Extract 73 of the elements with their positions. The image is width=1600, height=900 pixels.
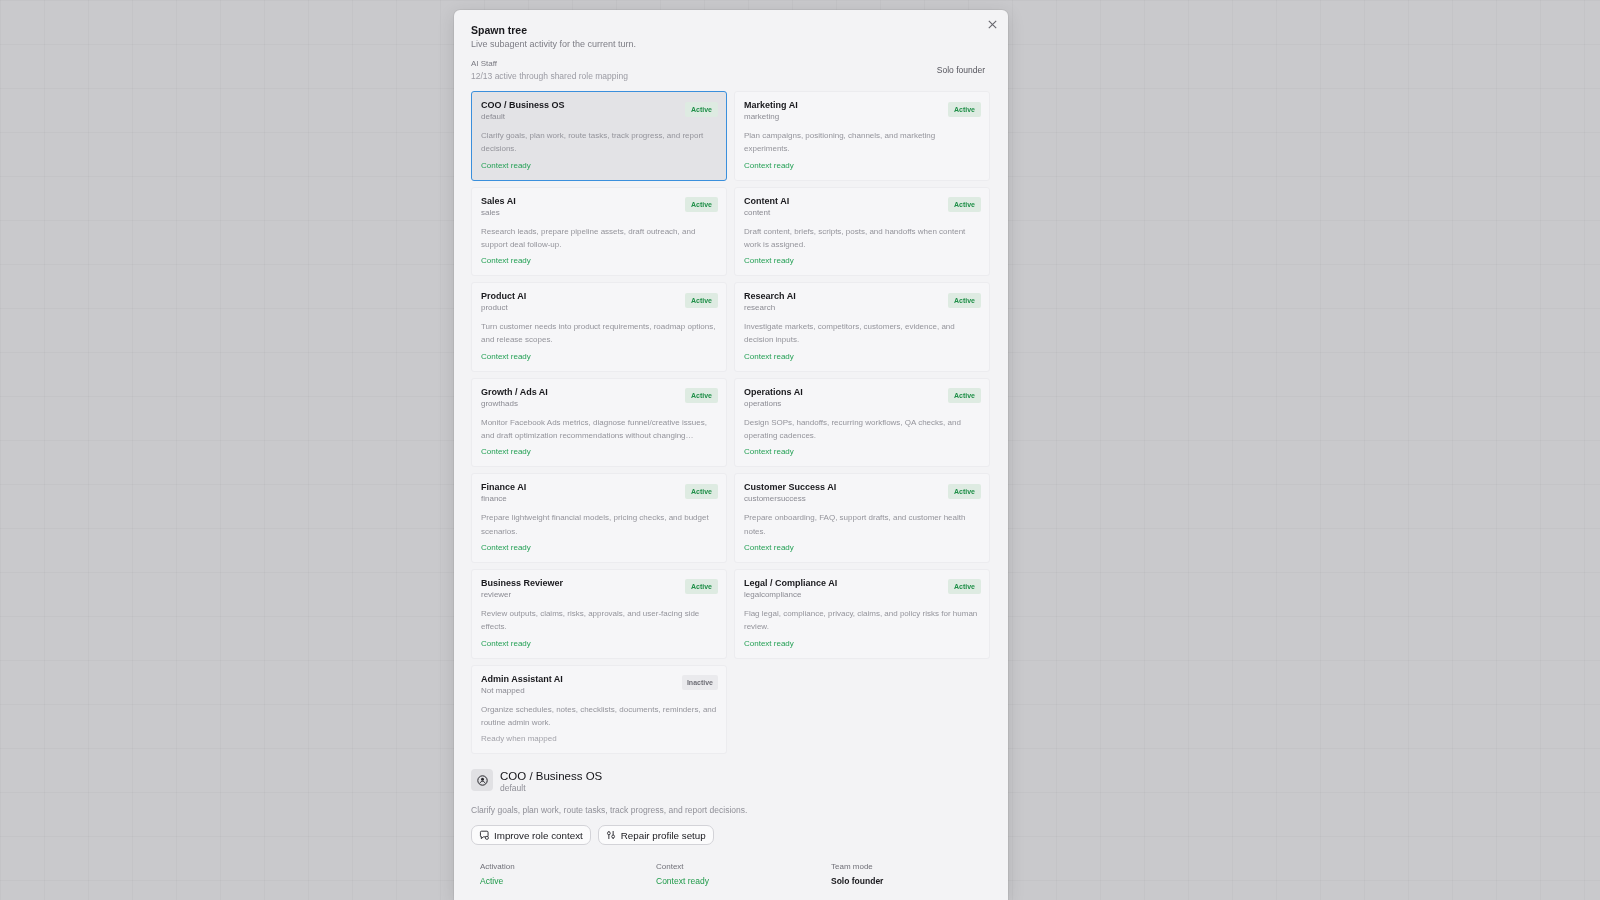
agent-description: Clarify goals, plan work, route tasks, track progress, and report decisions.: [481, 130, 705, 156]
agent-description: Prepare onboarding, FAQ, support drafts, and customer health notes.: [744, 512, 967, 538]
agent-name: Growth / Ads AI: [481, 386, 548, 398]
agent-name: Customer Success AI: [744, 482, 837, 494]
repair-setup-button[interactable]: Repair profile setup: [597, 825, 714, 846]
dialog-title: Spawn tree: [471, 24, 529, 37]
agent-key: customersuccess: [744, 493, 837, 505]
person-icon: [471, 769, 493, 792]
context-status: Context ready: [481, 350, 532, 363]
context-status: Context ready: [744, 637, 795, 650]
agent-name: Legal / Compliance AI: [744, 577, 838, 589]
agent-name: Product AI: [481, 291, 527, 303]
context-status: Ready when mapped: [481, 733, 558, 746]
context-status: Context ready: [744, 255, 795, 268]
context-status: Context ready: [481, 637, 532, 650]
agent-description: Flag legal, compliance, privacy, claims, and policy risks for human review.: [744, 607, 979, 634]
detail-title: COO / Business OS: [500, 769, 603, 784]
agent-key: finance: [481, 493, 527, 505]
section-heading: AI Staff: [471, 58, 499, 70]
context-status: Context ready: [744, 350, 795, 363]
context-status: Context ready: [744, 446, 795, 459]
agent-description: Organize schedules, notes, checklists, documents, reminders, and routine admin work.: [481, 703, 717, 729]
detail-description: Clarify goals, plan work, route tasks, track progress, and report decisions.: [471, 804, 749, 817]
context-status: Context ready: [481, 159, 532, 172]
context-status: Context ready: [481, 541, 532, 554]
agent-name: Content AI: [744, 195, 790, 207]
agent-key: Not mapped: [481, 684, 563, 696]
agent-name: Finance AI: [481, 482, 527, 494]
staff-summary: 12/13 active through shared role mapping: [471, 70, 628, 82]
stat-value: Context ready: [656, 875, 710, 888]
agent-key: legalcompliance: [744, 588, 838, 600]
team-mode-label: Solo founder: [936, 64, 985, 76]
detail-key: default: [500, 783, 603, 795]
agent-name: Research AI: [744, 291, 796, 303]
stat-value: Active: [480, 875, 505, 888]
agent-name: COO / Business OS: [481, 100, 565, 111]
agent-name: Marketing AI: [744, 100, 798, 111]
agent-key: marketing: [744, 111, 798, 122]
context-status: Context ready: [481, 255, 532, 268]
context-status: Context ready: [744, 541, 795, 554]
stat-label: Context: [656, 861, 685, 874]
sliders-icon: [605, 830, 616, 841]
agent-key: content: [744, 206, 790, 218]
agent-key: default: [481, 111, 565, 122]
agent-description: Monitor Facebook Ads metrics, diagnose funnel/creative issues, and draft optimization recommendations without changing…: [481, 416, 708, 443]
agent-key: sales: [481, 206, 516, 218]
agent-key: reviewer: [481, 588, 564, 600]
agent-key: operations: [744, 397, 803, 409]
agent-description: Design SOPs, handoffs, recurring workflows, QA checks, and operating cadences.: [744, 416, 962, 443]
agent-key: research: [744, 302, 796, 314]
close-icon: [987, 19, 997, 29]
improve-context-button[interactable]: Improve role context: [471, 825, 591, 846]
dialog-subtitle: Live subagent activity for the current turn.: [471, 38, 637, 50]
agent-name: Sales AI: [481, 195, 516, 207]
close-button[interactable]: [986, 18, 998, 30]
agent-name: Operations AI: [744, 386, 803, 398]
stat-label: Activation: [480, 861, 516, 874]
agent-key: growthads: [481, 397, 548, 409]
agent-description: Prepare lightweight financial models, pricing checks, and budget scenarios.: [481, 512, 710, 538]
context-status: Context ready: [481, 446, 532, 459]
agent-key: product: [481, 302, 527, 314]
stat-label: Team mode: [831, 861, 874, 874]
agent-description: Research leads, prepare pipeline assets, draft outreach, and support deal follow-up.: [481, 225, 697, 251]
agent-name: Admin Assistant AI: [481, 673, 563, 685]
agent-description: Investigate markets, competitors, customers, evidence, and decision inputs.: [744, 321, 956, 347]
stat-value: Solo founder: [831, 875, 885, 888]
agent-description: Review outputs, claims, risks, approvals, and user-facing side effects.: [481, 607, 701, 634]
agent-name: Business Reviewer: [481, 577, 564, 589]
context-status: Context ready: [744, 159, 795, 172]
agent-description: Draft content, briefs, scripts, posts, and handoffs when content work is assigned.: [744, 225, 967, 251]
agent-description: Turn customer needs into product requirements, roadmap options, and release scopes.: [481, 321, 717, 347]
agent-description: Plan campaigns, positioning, channels, and marketing experiments.: [744, 130, 937, 156]
chat-bubble-icon: [479, 830, 489, 841]
